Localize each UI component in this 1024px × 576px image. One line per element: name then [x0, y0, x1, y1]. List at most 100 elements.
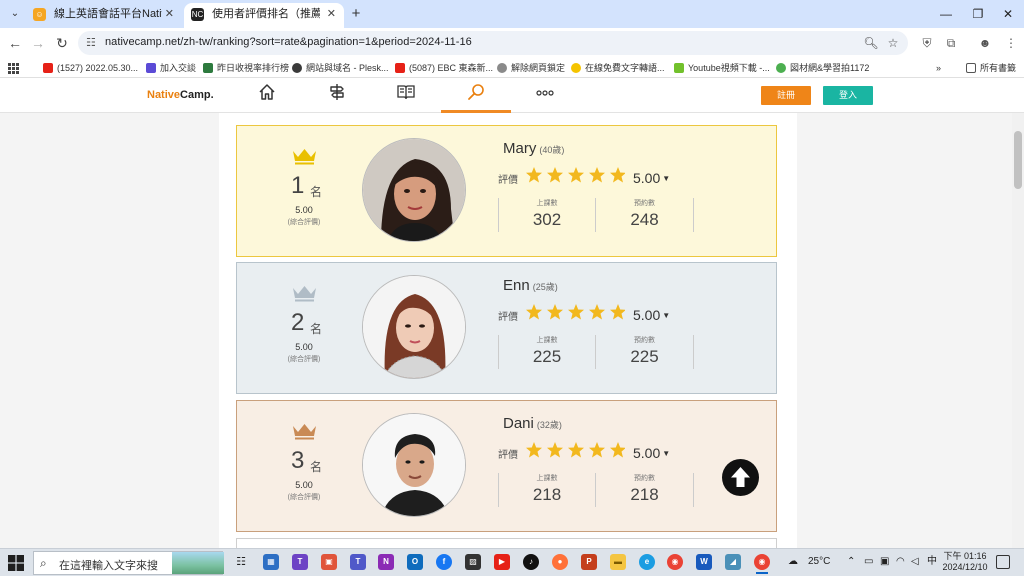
ime-indicator[interactable]: 中 — [927, 555, 937, 569]
apps-grid-icon[interactable] — [8, 61, 19, 75]
tab-search-button[interactable]: ⌄ — [6, 5, 24, 23]
url-text[interactable]: nativecamp.net/zh-tw/ranking?sort=rate&p… — [105, 36, 472, 48]
zoom-icon[interactable]: 🔍︎ — [862, 34, 880, 52]
more-bookmarks-chevron-icon[interactable]: » — [936, 61, 941, 75]
wifi-icon[interactable]: ◠ — [896, 555, 905, 569]
tiktok-icon[interactable]: ♪ — [523, 554, 539, 570]
teams-chat-icon[interactable]: T — [292, 554, 308, 570]
bookmark-item[interactable]: 図材網&學習拍1172 — [776, 61, 869, 75]
weather-icon[interactable]: ☁ — [788, 555, 798, 569]
powerpoint-alt-icon[interactable]: ▣ — [321, 554, 337, 570]
bookmark-item[interactable]: 解除網頁鎖定 — [497, 61, 565, 75]
nav-materials[interactable] — [371, 83, 441, 113]
back-to-top-button[interactable] — [722, 459, 759, 496]
teacher-avatar[interactable] — [362, 413, 466, 517]
all-bookmarks-button[interactable]: 所有書籤 — [966, 61, 1016, 75]
address-bar[interactable]: ☷ nativecamp.net/zh-tw/ranking?sort=rate… — [78, 31, 908, 55]
bookmark-item[interactable]: 在線免費文字轉語... — [571, 61, 665, 75]
bookmark-label: 解除網頁鎖定 — [511, 63, 566, 73]
chrome-active-icon[interactable]: ◉ — [754, 554, 770, 574]
star-icon — [568, 304, 584, 320]
extension-shield-icon[interactable]: ⛨ — [918, 34, 936, 52]
onenote-icon[interactable]: N — [378, 554, 394, 570]
media-icon[interactable]: ◢ — [725, 554, 741, 570]
nav-courses[interactable] — [302, 83, 372, 113]
bookmark-star-icon[interactable]: ☆ — [884, 34, 902, 52]
restore-window-icon[interactable]: ❐ — [968, 4, 988, 24]
browser-tab-nativecamp[interactable]: ☺ 線上英語會話平台NativeCamp ✕ — [26, 3, 182, 28]
profile-avatar-icon[interactable]: ☻ — [976, 34, 994, 52]
login-button[interactable]: 登入 — [823, 86, 873, 105]
site-info-icon[interactable]: ☷ — [86, 36, 96, 49]
outlook-icon[interactable]: O — [407, 554, 423, 570]
scrollbar-thumb[interactable] — [1014, 131, 1022, 189]
volume-icon[interactable]: ◁ — [911, 555, 919, 569]
powerpoint-icon[interactable]: P — [581, 554, 597, 570]
bookmark-item[interactable]: 昨日收視率排行榜 — [203, 61, 289, 75]
network-icon[interactable]: ▣ — [880, 555, 889, 569]
close-tab-icon[interactable]: ✕ — [165, 3, 174, 25]
nav-home[interactable] — [232, 83, 302, 113]
teacher-card-rank-1[interactable]: 1 名 5.00 (綜合評價) Mary (40歲) 評價 5.00 ▼ 上課數 3… — [236, 125, 777, 257]
notification-icon[interactable] — [996, 555, 1010, 569]
close-tab-icon[interactable]: ✕ — [327, 3, 336, 25]
search-icon: ⌕ — [40, 556, 47, 570]
teams-icon[interactable]: T — [350, 554, 366, 570]
firefox-icon[interactable]: ● — [552, 554, 568, 570]
nativecamp-logo[interactable]: NativeCamp. — [147, 89, 214, 101]
star-icon — [610, 442, 625, 458]
file-explorer-icon[interactable]: ▬ — [610, 554, 626, 570]
teacher-avatar[interactable] — [362, 275, 466, 379]
minimize-window-icon[interactable]: — — [936, 4, 956, 24]
clock-date: 2024/12/10 — [942, 562, 988, 572]
back-arrow-icon[interactable]: ← — [5, 33, 25, 53]
rating-dropdown[interactable]: 5.00 ▼ — [633, 445, 670, 461]
show-hidden-icons-chevron-icon[interactable]: ⌃ — [847, 555, 855, 569]
teacher-name-text: Mary — [503, 140, 537, 157]
bookmark-item[interactable]: Youtube視頻下載 -... — [674, 61, 770, 75]
signup-button[interactable]: 註冊 — [761, 86, 811, 105]
system-clock[interactable]: 下午 01:16 2024/12/10 — [942, 551, 988, 573]
edge-icon[interactable]: e — [639, 554, 655, 570]
chrome-icon[interactable]: ◉ — [667, 554, 683, 570]
facebook-icon[interactable]: f — [436, 554, 452, 570]
star-icon — [589, 304, 605, 320]
bookmark-item[interactable]: (1527) 2022.05.30... — [43, 61, 138, 75]
chat-icon — [146, 63, 156, 73]
teacher-name[interactable]: Mary (40歲) — [503, 140, 564, 157]
task-view-icon[interactable]: ☷ — [233, 554, 249, 570]
bookmark-item[interactable]: 加入交談 — [146, 61, 196, 75]
browser-menu-icon[interactable]: ⋮ — [1002, 34, 1020, 52]
nav-more[interactable] — [510, 83, 580, 113]
page-scrollbar[interactable] — [1012, 113, 1024, 548]
bookmark-item[interactable]: 網站與域名 - Plesk... — [292, 61, 389, 75]
teacher-card-rank-2[interactable]: 2 名 5.00 (綜合評價) Enn (25歲) 評價 5.00 ▼ 上課數 22… — [236, 262, 777, 394]
taskbar-search-box[interactable]: ⌕ 在這裡輸入文字來搜 — [33, 551, 224, 575]
windows-start-icon[interactable] — [8, 555, 24, 571]
bookmark-item[interactable]: (5087) EBC 東森新... — [395, 61, 493, 75]
extensions-puzzle-icon[interactable]: ⧉ — [942, 34, 960, 52]
new-tab-button[interactable]: + — [346, 4, 366, 24]
site-header: NativeCamp. 註冊 登入 — [0, 79, 1024, 113]
youtube-icon[interactable]: ▶ — [494, 554, 510, 570]
teacher-avatar[interactable] — [362, 138, 466, 242]
nav-search[interactable] — [441, 83, 511, 113]
lessons-count: 225 — [532, 347, 562, 366]
teacher-card-rank-3[interactable]: 3 名 5.00 (綜合評價) Dani (32歲) 評價 5.00 ▼ 上課數 2… — [236, 400, 777, 532]
rating-dropdown[interactable]: 5.00 ▼ — [633, 307, 670, 323]
reload-icon[interactable]: ↻ — [52, 33, 72, 53]
store-icon[interactable]: ▦ — [263, 554, 279, 570]
rating-dropdown[interactable]: 5.00 ▼ — [633, 170, 670, 186]
teacher-name[interactable]: Enn (25歲) — [503, 277, 558, 294]
lessons-stat: 上課數 218 — [498, 473, 596, 507]
word-icon[interactable]: W — [696, 554, 712, 570]
browser-tab-ranking[interactable]: NC 使用者評價排名（推薦）講師一 ✕ — [184, 3, 344, 28]
teacher-age: (25歲) — [532, 282, 558, 292]
photos-icon[interactable]: ▨ — [465, 554, 481, 570]
teacher-name[interactable]: Dani (32歲) — [503, 415, 562, 432]
close-window-icon[interactable]: ✕ — [998, 4, 1018, 24]
weather-temperature[interactable]: 25°C — [808, 555, 830, 569]
forward-arrow-icon[interactable]: → — [28, 33, 48, 53]
battery-icon[interactable]: ▭ — [864, 555, 873, 569]
arrow-up-icon — [731, 467, 750, 487]
